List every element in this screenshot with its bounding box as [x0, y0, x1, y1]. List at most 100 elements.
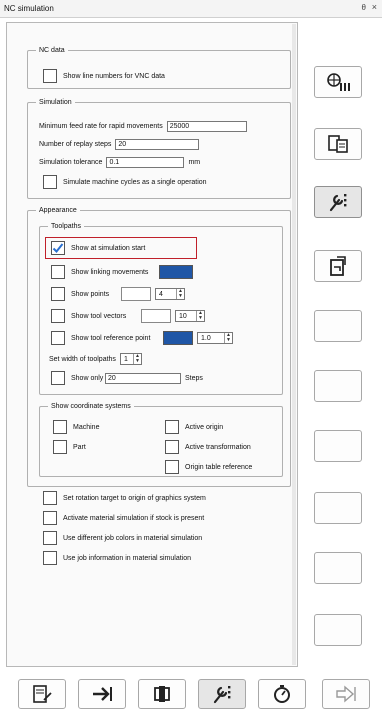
tolerance-label: Simulation tolerance	[39, 159, 103, 166]
stopwatch-button[interactable]	[258, 679, 306, 709]
document-edit-button[interactable]	[18, 679, 66, 709]
document-edit-icon	[33, 685, 52, 703]
machine-cycles-checkbox[interactable]	[43, 175, 57, 189]
show-linking-checkbox[interactable]	[51, 265, 65, 279]
show-only-label: Show only	[71, 374, 104, 382]
toolpath-icon	[154, 686, 170, 702]
show-only-option[interactable]: Show only 20 Steps	[51, 371, 203, 385]
spin-arrows-icon[interactable]: ▲ ▼	[132, 354, 141, 364]
appearance-settings-button[interactable]	[314, 186, 362, 218]
tolerance-input[interactable]: 0.1	[106, 157, 185, 168]
part-option[interactable]: Part	[53, 440, 86, 454]
material-sim-checkbox[interactable]	[43, 511, 57, 525]
show-tool-ref-checkbox[interactable]	[51, 331, 65, 345]
points-stepper[interactable]: 4 ▲ ▼	[155, 288, 185, 300]
set-width-row: Set width of toolpaths 1 ▲ ▼	[49, 353, 142, 365]
origin-table-reference-option[interactable]: Origin table reference	[165, 460, 252, 474]
active-transformation-option[interactable]: Active transformation	[165, 440, 251, 454]
forward-button[interactable]	[78, 679, 126, 709]
show-points-label: Show points	[71, 290, 110, 298]
spin-arrows-icon[interactable]: ▲ ▼	[224, 333, 232, 343]
material-sim-option[interactable]: Activate material simulation if stock is…	[43, 511, 204, 525]
tool-ref-value: 1.0	[201, 334, 211, 342]
active-origin-option[interactable]: Active origin	[165, 420, 223, 434]
linking-color-swatch[interactable]	[159, 265, 193, 279]
part-label: Part	[73, 443, 86, 451]
empty-slot-button-4[interactable]	[314, 492, 362, 524]
tool-vectors-value: 10	[179, 312, 187, 320]
part-checkbox[interactable]	[53, 440, 67, 454]
nc-program-button[interactable]	[314, 66, 362, 98]
settings-button[interactable]	[198, 679, 246, 709]
active-transformation-label: Active transformation	[185, 443, 251, 451]
show-at-start-label: Show at simulation start	[71, 244, 146, 252]
width-value: 1	[123, 355, 128, 363]
points-color-swatch[interactable]	[121, 287, 151, 301]
active-transformation-checkbox[interactable]	[165, 440, 179, 454]
settings-wrench-icon	[213, 686, 231, 704]
title-bar: NC simulation θ ×	[0, 0, 382, 18]
pin-icon[interactable]: θ	[362, 3, 366, 12]
machine-checkbox[interactable]	[53, 420, 67, 434]
job-colors-option[interactable]: Use different job colors in material sim…	[43, 531, 202, 545]
min-feed-row: Minimum feed rate for rapid movements 25…	[39, 121, 251, 132]
job-info-option[interactable]: Use job information in material simulati…	[43, 551, 191, 565]
show-points-checkbox[interactable]	[51, 287, 65, 301]
origin-table-reference-checkbox[interactable]	[165, 460, 179, 474]
toolpath-button[interactable]	[138, 679, 186, 709]
show-linking-label: Show linking movements	[71, 268, 149, 276]
points-value: 4	[159, 290, 163, 298]
clipboard-export-button[interactable]	[314, 250, 362, 282]
show-line-numbers-label: Show line numbers for VNC data	[63, 72, 165, 80]
job-colors-label: Use different job colors in material sim…	[63, 534, 203, 542]
show-only-checkbox[interactable]	[51, 371, 65, 385]
show-only-input[interactable]: 20	[105, 372, 181, 384]
show-line-numbers-checkbox[interactable]	[43, 69, 57, 83]
show-tool-vectors-option[interactable]: Show tool vectors 10 ▲ ▼	[51, 309, 205, 323]
job-colors-checkbox[interactable]	[43, 531, 57, 545]
exit-icon	[336, 685, 356, 703]
material-sim-label: Activate material simulation if stock is…	[63, 514, 205, 522]
job-info-checkbox[interactable]	[43, 551, 57, 565]
close-icon[interactable]: ×	[372, 2, 377, 12]
replay-steps-input[interactable]: 20	[115, 139, 200, 150]
rotation-target-label: Set rotation target to origin of graphic…	[63, 494, 206, 502]
empty-slot-button-3[interactable]	[314, 430, 362, 462]
width-stepper[interactable]: 1 ▲ ▼	[119, 353, 142, 365]
rotation-target-option[interactable]: Set rotation target to origin of graphic…	[43, 491, 206, 505]
active-origin-checkbox[interactable]	[165, 420, 179, 434]
show-tool-vectors-label: Show tool vectors	[71, 312, 127, 320]
machine-table-button[interactable]	[314, 128, 362, 160]
min-feed-input[interactable]: 25000	[166, 121, 247, 132]
scrollbar[interactable]	[292, 24, 296, 665]
show-at-start-checkbox[interactable]	[51, 241, 65, 255]
show-points-option[interactable]: Show points 4 ▲ ▼	[51, 287, 185, 301]
machine-cycles-option[interactable]: Simulate machine cycles as a single oper…	[43, 175, 207, 189]
tool-vectors-stepper[interactable]: 10 ▲ ▼	[175, 310, 205, 322]
empty-slot-button-6[interactable]	[314, 614, 362, 646]
machine-option[interactable]: Machine	[53, 420, 99, 434]
show-tool-ref-option[interactable]: Show tool reference point 1.0 ▲ ▼	[51, 331, 233, 345]
show-linking-option[interactable]: Show linking movements	[51, 265, 193, 279]
machine-table-icon	[328, 135, 348, 153]
show-at-start-option[interactable]: Show at simulation start	[51, 241, 145, 255]
set-width-label: Set width of toolpaths	[49, 355, 116, 363]
clipboard-export-icon	[330, 256, 346, 276]
tool-vectors-color-swatch[interactable]	[141, 309, 171, 323]
show-tool-vectors-checkbox[interactable]	[51, 309, 65, 323]
empty-slot-button-1[interactable]	[314, 310, 362, 342]
steps-label: Steps	[185, 374, 203, 382]
exit-button[interactable]	[322, 679, 370, 709]
nc-program-icon	[327, 73, 350, 91]
spin-arrows-icon[interactable]: ▲ ▼	[196, 311, 204, 321]
tool-ref-stepper[interactable]: 1.0 ▲ ▼	[197, 332, 233, 344]
rotation-target-checkbox[interactable]	[43, 491, 57, 505]
empty-slot-button-2[interactable]	[314, 370, 362, 402]
job-info-label: Use job information in material simulati…	[63, 554, 191, 562]
empty-slot-button-5[interactable]	[314, 552, 362, 584]
spin-arrows-icon[interactable]: ▲ ▼	[176, 289, 184, 299]
show-line-numbers-option[interactable]: Show line numbers for VNC data	[43, 69, 165, 83]
stopwatch-icon	[274, 685, 290, 703]
tool-ref-color-swatch[interactable]	[163, 331, 193, 345]
tolerance-row: Simulation tolerance 0.1 mm	[39, 157, 200, 168]
